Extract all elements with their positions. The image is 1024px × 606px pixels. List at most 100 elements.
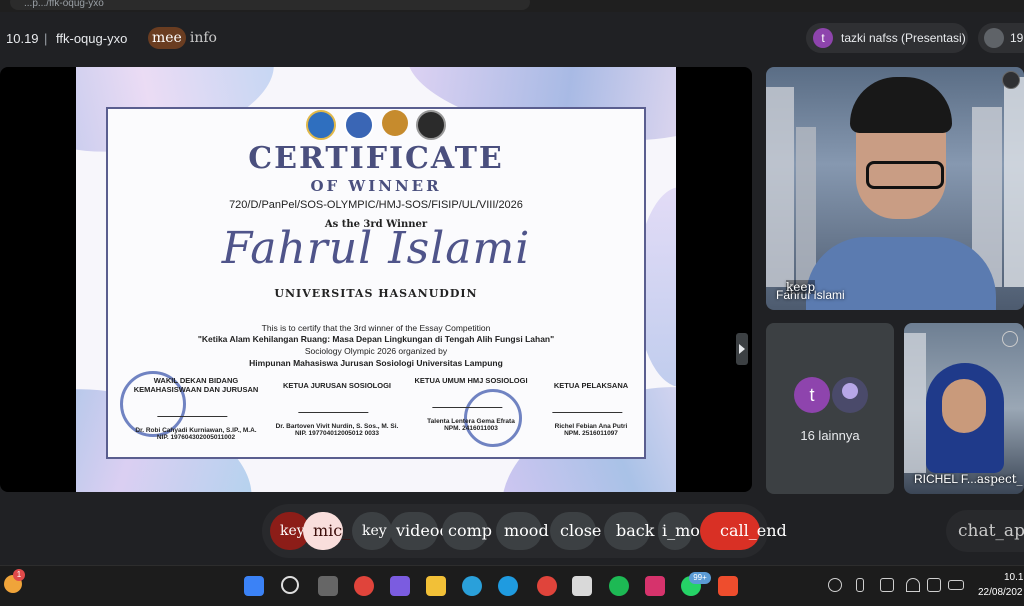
signatory-name: Dr. Robi Cahyadi Kurniawan, S.IP., M.A. <box>135 427 257 434</box>
sociology-logo-icon <box>382 110 408 136</box>
chat-apps-button[interactable]: chat_app <box>946 510 1024 552</box>
whatsapp-badge: 99+ <box>689 572 711 584</box>
separator: | <box>44 31 48 46</box>
signatory-role: KETUA PELAKSANA <box>553 381 629 390</box>
signatory: WAKIL DEKAN BIDANG KEMAHASISWAAN DAN JUR… <box>121 376 271 441</box>
participant-tile-main[interactable]: keep Fahrul Islami <box>766 67 1024 310</box>
camera-toggle-button[interactable]: videocam <box>390 512 473 550</box>
chevron-right-icon <box>739 344 745 354</box>
chrome-icon[interactable] <box>354 576 374 596</box>
task-view-icon[interactable] <box>318 576 338 596</box>
meeting-code: ffk-oqug-yxo <box>56 31 128 46</box>
signatory: KETUA JURUSAN SOSIOLOGI Dr. Bartoven Viv… <box>262 381 412 437</box>
windows-start-icon[interactable] <box>244 576 264 596</box>
signature-icon <box>298 392 376 413</box>
notification-badge: 1 <box>13 569 25 581</box>
edge-icon[interactable] <box>498 576 518 596</box>
aspect-ratio-icon: aspect_ <box>976 472 1023 486</box>
chrome-profile-icon[interactable] <box>537 576 557 596</box>
winner-university: UNIVERSITAS HASANUDDIN <box>274 287 478 300</box>
meeting-topbar: 10.19 | ffk-oqug-yxo mee info t tazki na… <box>0 22 1024 56</box>
certificate-text-line: Sociology Olympic 2026 organized by <box>304 346 448 356</box>
signatory-name: Richel Febian Ana Putri <box>554 423 628 430</box>
present-screen-button[interactable]: comp <box>442 512 492 550</box>
signatory-role: WAKIL DEKAN BIDANG KEMAHASISWAAN DAN JUR… <box>133 376 259 394</box>
certificate-subtitle: OF WINNER <box>310 177 442 195</box>
institution-logos <box>76 110 676 140</box>
audio-indicator-icon <box>1002 71 1020 89</box>
background-building <box>1004 77 1024 287</box>
camera-options-button[interactable]: key <box>352 512 392 550</box>
presentation-stage: CERTIFICATE OF WINNER 720/D/PanPel/SOS-O… <box>0 67 752 492</box>
mic-toggle-button[interactable]: mic_ <box>303 512 350 550</box>
others-count: 16 lainnya <box>800 428 860 443</box>
address-bar[interactable]: ...p.../ffk-oqug-yxo <box>10 0 530 10</box>
essay-title: "Ketika Alam Kehilangan Ruang: Masa Depa… <box>197 334 555 344</box>
participant-tile-richel[interactable]: RICHEL F...aspect_ <box>904 323 1024 494</box>
volume-muted-icon[interactable] <box>927 578 941 592</box>
signatory-name: Dr. Bartoven Vivit Nurdin, S. Sos., M. S… <box>275 423 399 430</box>
signatory: KETUA PELAKSANA Richel Febian Ana Putri … <box>516 381 666 437</box>
raise-hand-button[interactable]: back <box>604 512 654 550</box>
participant-name: keep Fahrul Islami <box>776 280 845 302</box>
signatory-role: KETUA JURUSAN SOSIOLOGI <box>282 381 392 390</box>
olympic-logo-icon <box>416 110 446 140</box>
others-tile[interactable]: t 16 lainnya <box>766 323 894 494</box>
taskbar-time[interactable]: 10.1 <box>1004 572 1023 583</box>
presenter-chip[interactable]: t tazki nafss (Presentasi) <box>806 23 968 53</box>
chevron-up-icon[interactable] <box>802 578 812 592</box>
certificate-number: 720/D/PanPel/SOS-OLYMPIC/HMJ-SOS/FISIP/U… <box>229 199 523 211</box>
telegram-icon[interactable] <box>462 576 482 596</box>
taskbar-date[interactable]: 22/08/202 <box>978 587 1023 598</box>
participant-hair <box>850 77 952 133</box>
background-building <box>766 87 794 287</box>
microphone-icon[interactable] <box>856 578 864 592</box>
meeting-info[interactable]: mee info <box>148 26 217 50</box>
faculty-logo-icon <box>344 110 374 140</box>
signatory-id: NIP. 197604302005011002 <box>156 434 236 441</box>
participant-avatar: t <box>794 377 830 413</box>
copilot-icon[interactable] <box>390 576 410 596</box>
glasses-icon <box>866 161 944 189</box>
instagram-icon[interactable] <box>645 576 665 596</box>
spotify-icon[interactable] <box>609 576 629 596</box>
battery-icon[interactable] <box>948 580 964 590</box>
windows-taskbar: 1 99+ 10.1 22/08/202 <box>0 565 1024 606</box>
search-icon[interactable] <box>281 576 299 594</box>
more-options-button[interactable]: i_mo <box>658 512 700 550</box>
store-icon[interactable] <box>572 576 592 596</box>
keyboard-icon[interactable] <box>880 578 894 592</box>
presenter-label: tazki nafss (Presentasi) <box>841 31 966 45</box>
wifi-icon[interactable] <box>906 578 920 592</box>
university-logo-icon <box>306 110 336 140</box>
signatory-id: NIP. 197704012005012 0033 <box>294 430 380 437</box>
clock: 10.19 <box>6 31 39 46</box>
captions-button[interactable]: close <box>550 512 601 550</box>
certificate-slide: CERTIFICATE OF WINNER 720/D/PanPel/SOS-O… <box>76 67 676 492</box>
participants-avatar-icon <box>984 28 1004 48</box>
participants-chip[interactable]: 19 <box>978 23 1024 53</box>
signature-icon <box>552 392 630 413</box>
participant-avatar-icon <box>832 377 868 413</box>
participant-face <box>942 379 986 433</box>
signatory-id: NPM. 2516011097 <box>564 430 618 437</box>
shopee-icon[interactable] <box>718 576 738 596</box>
participant-name-text: RICHEL F... <box>914 472 977 486</box>
participants-count: 19 <box>1010 31 1024 45</box>
signature-icon <box>432 387 510 408</box>
mic-off-icon <box>1002 331 1018 347</box>
info-label[interactable]: info <box>190 30 217 46</box>
cloud-icon[interactable] <box>828 578 842 592</box>
reactions-button[interactable]: mood <box>496 512 549 550</box>
background-building <box>904 333 926 473</box>
meeting-info-icon[interactable]: mee <box>148 27 186 49</box>
file-explorer-icon[interactable] <box>426 576 446 596</box>
winner-name: Fahrul Islami <box>221 223 531 274</box>
certificate-title: CERTIFICATE <box>248 141 504 176</box>
background-building <box>796 127 816 287</box>
browser-address-strip: ...p.../ffk-oqug-yxo <box>0 0 1024 12</box>
end-call-button[interactable]: call_end <box>700 512 787 550</box>
presenter-avatar: t <box>813 28 833 48</box>
participant-name: RICHEL F...aspect_ <box>914 472 1023 486</box>
expand-panel-button[interactable] <box>736 333 748 365</box>
